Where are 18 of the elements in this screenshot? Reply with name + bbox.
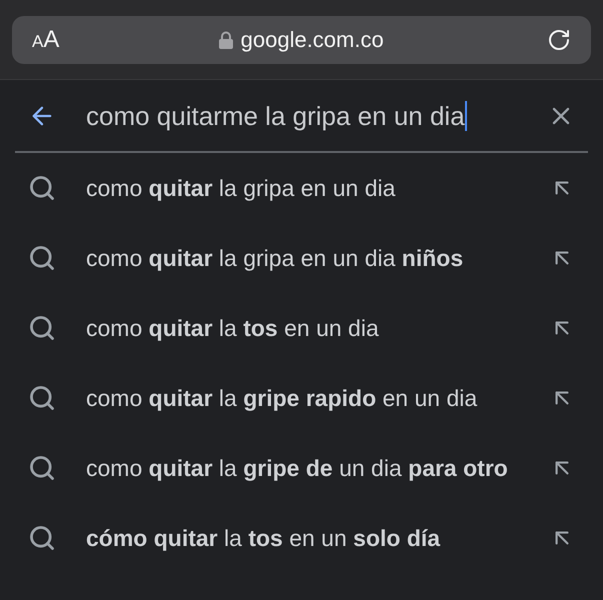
search-icon	[28, 314, 56, 342]
lock-icon	[218, 31, 233, 49]
text-size-button[interactable]: AA	[32, 28, 60, 52]
search-icon	[28, 524, 56, 552]
suggestion-text[interactable]: como quitar la gripa en un dia niños	[86, 240, 549, 276]
address-bar[interactable]: AA google.com.co	[12, 16, 591, 64]
search-icon	[28, 174, 56, 202]
search-field[interactable]: como quitarme la gripa en un dia	[86, 96, 547, 134]
search-icon	[28, 244, 56, 272]
url-text: google.com.co	[240, 29, 384, 51]
search-icon	[28, 384, 56, 412]
suggestion-text[interactable]: como quitar la gripe rapido en un dia	[86, 380, 549, 416]
suggestion-text[interactable]: como quitar la gripa en un dia	[86, 170, 549, 206]
suggestion-text[interactable]: como quitar la gripe de un dia para otro	[86, 450, 549, 486]
search-icon	[28, 454, 56, 482]
reload-icon[interactable]	[547, 28, 571, 52]
suggestion-text[interactable]: cómo quitar la tos en un solo día	[86, 520, 549, 556]
suggestion-text[interactable]: como quitar la tos en un dia	[86, 310, 549, 346]
